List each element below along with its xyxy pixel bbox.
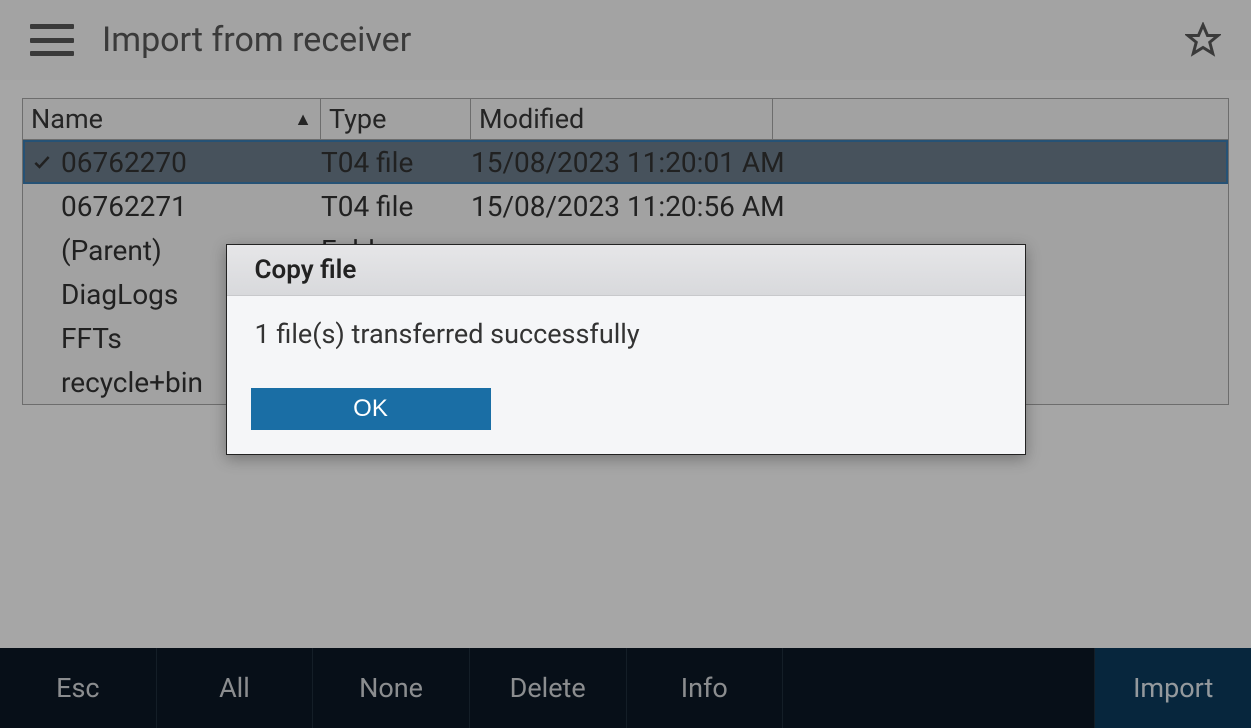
dialog-actions: OK — [227, 376, 1025, 454]
ok-button[interactable]: OK — [251, 388, 491, 430]
dialog-title: Copy file — [227, 245, 1025, 296]
modal-overlay: Copy file 1 file(s) transferred successf… — [0, 0, 1251, 728]
dialog-message: 1 file(s) transferred successfully — [227, 296, 1025, 376]
copy-file-dialog: Copy file 1 file(s) transferred successf… — [226, 244, 1026, 455]
